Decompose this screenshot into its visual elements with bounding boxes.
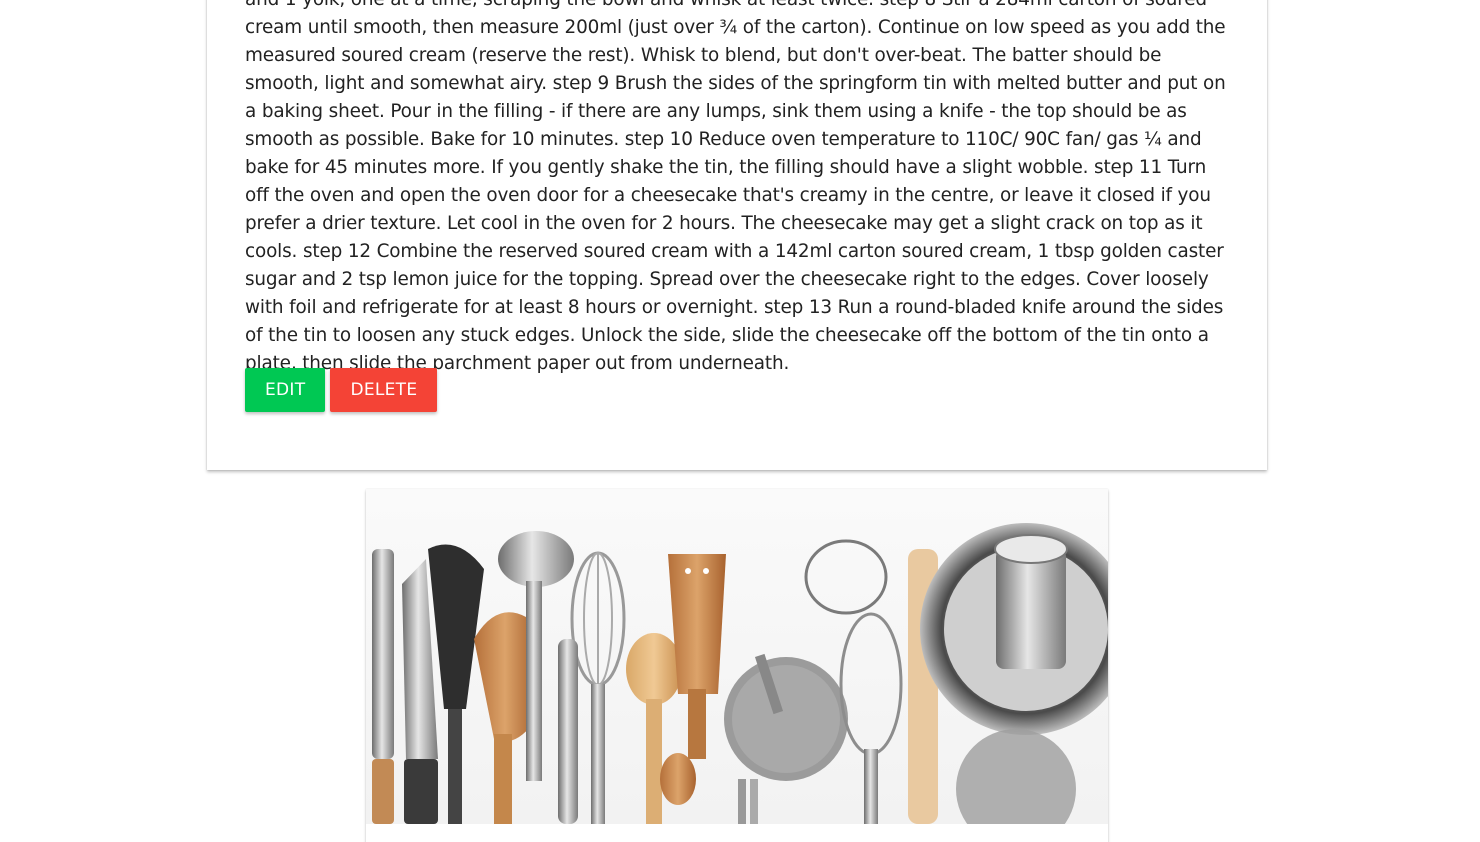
page: and 1 yolk, one at a time, scraping the … [0,0,1480,842]
recipe-card-next[interactable] [366,489,1108,842]
recipe-method-text: and 1 yolk, one at a time, scraping the … [245,0,1226,374]
recipe-card: and 1 yolk, one at a time, scraping the … [207,0,1267,470]
utensils-illustration [372,523,1108,824]
kitchen-utensils-image[interactable] [366,489,1108,824]
recipe-actions: EDIT DELETE [245,368,438,412]
delete-button[interactable]: DELETE [330,368,438,412]
edit-button[interactable]: EDIT [245,368,326,412]
